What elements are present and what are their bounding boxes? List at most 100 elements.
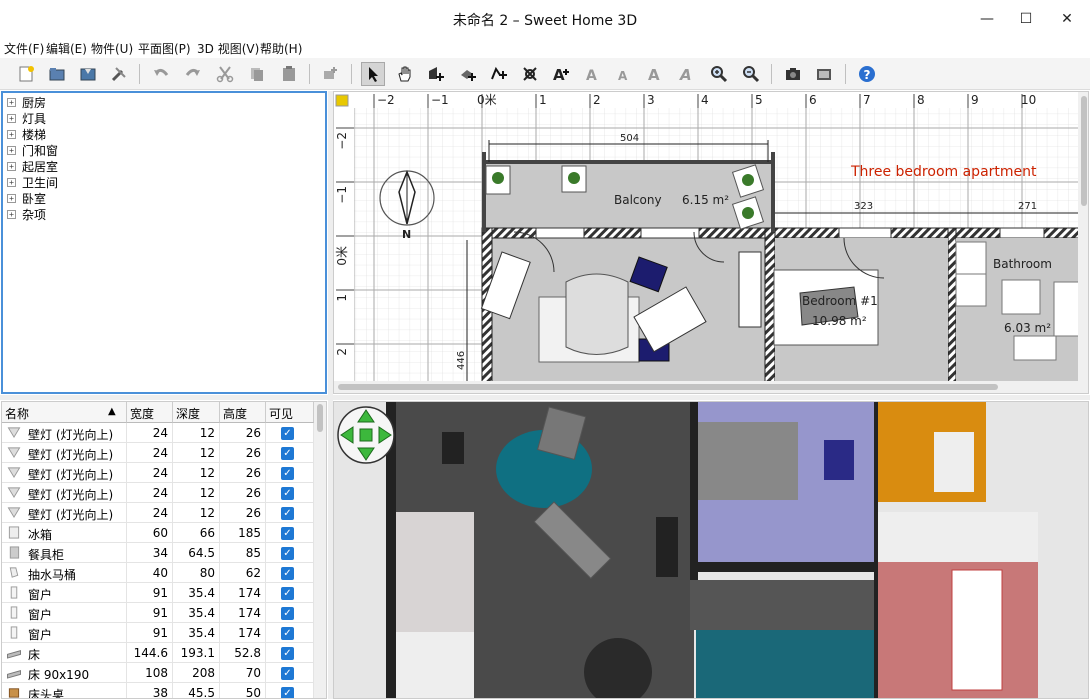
copy-button[interactable] xyxy=(245,62,269,86)
plan-view[interactable]: −2 −1 0米 1 2 3 4 5 6 7 8 9 10 −2 −1 0米 1… xyxy=(333,91,1089,394)
preferences-button[interactable] xyxy=(107,62,131,86)
table-row[interactable]: 餐具柜 34 64.5 85 ✓ xyxy=(2,543,314,563)
menu-furniture[interactable]: 物件(U) xyxy=(91,40,133,57)
plan-label[interactable]: Three bedroom apartment xyxy=(850,164,1037,180)
washing-machine[interactable] xyxy=(955,241,987,275)
cut-button[interactable] xyxy=(213,62,237,86)
toilet[interactable] xyxy=(1013,335,1057,361)
table-row[interactable]: 窗户 91 35.4 174 ✓ xyxy=(2,603,314,623)
expand-icon[interactable]: + xyxy=(7,209,16,219)
column-header-name[interactable]: 名称 ▲ xyxy=(2,402,127,423)
add-furniture-button[interactable] xyxy=(319,62,343,86)
pan-mode-button[interactable] xyxy=(393,62,417,86)
menu-edit[interactable]: 编辑(E) xyxy=(46,40,87,57)
zoom-in-button[interactable] xyxy=(707,62,731,86)
paste-button[interactable] xyxy=(277,62,301,86)
furniture-catalog-tree[interactable]: + 厨房 + 灯具 + 楼梯 + 门和窗 + 起居室 + 卫生间 + 卧室 + 杂项 xyxy=(1,91,327,394)
menu-plan[interactable]: 平面图(P) xyxy=(138,40,191,57)
round-table[interactable] xyxy=(565,273,629,355)
table-row[interactable]: 壁灯 (灯光向上) 24 12 26 ✓ xyxy=(2,463,314,483)
window[interactable] xyxy=(640,227,700,239)
create-walls-button[interactable] xyxy=(424,62,448,86)
select-mode-button[interactable] xyxy=(361,62,385,86)
create-polylines-button[interactable] xyxy=(487,62,511,86)
plan-vertical-scrollbar-thumb[interactable] xyxy=(1081,96,1087,206)
create-dimensions-button[interactable] xyxy=(518,62,542,86)
window[interactable] xyxy=(999,227,1045,239)
visible-checkbox[interactable]: ✓ xyxy=(281,507,294,520)
visible-checkbox[interactable]: ✓ xyxy=(281,447,294,460)
wall[interactable] xyxy=(947,227,957,394)
table-row[interactable]: 壁灯 (灯光向上) 24 12 26 ✓ xyxy=(2,503,314,523)
close-button[interactable]: ✕ xyxy=(1044,0,1090,38)
expand-icon[interactable]: + xyxy=(7,145,16,155)
create-photo-button[interactable] xyxy=(781,62,805,86)
furniture-table-scrollbar[interactable] xyxy=(314,402,326,698)
left-splitter[interactable] xyxy=(0,395,328,400)
column-header-visible[interactable]: 可见 xyxy=(266,402,314,423)
expand-icon[interactable]: + xyxy=(7,193,16,203)
catalog-category-kitchen[interactable]: + 厨房 xyxy=(7,94,46,110)
create-rooms-button[interactable] xyxy=(456,62,480,86)
bold-text-button[interactable]: A xyxy=(643,62,667,86)
table-row[interactable]: 壁灯 (灯光向上) 24 12 26 ✓ xyxy=(2,423,314,443)
decrease-text-button[interactable]: A xyxy=(612,62,636,86)
furniture-table[interactable]: 名称 ▲ 宽度 深度 高度 可见 壁灯 (灯光向上) 24 12 26 ✓ 壁灯 (灯光向… xyxy=(1,401,327,699)
table-row[interactable]: 窗户 91 35.4 174 ✓ xyxy=(2,583,314,603)
increase-text-button[interactable]: A xyxy=(581,62,605,86)
expand-icon[interactable]: + xyxy=(7,113,16,123)
window[interactable] xyxy=(535,227,585,239)
visible-checkbox[interactable]: ✓ xyxy=(281,527,294,540)
create-video-button[interactable] xyxy=(812,62,836,86)
table-row[interactable]: 床 144.6 193.1 52.8 ✓ xyxy=(2,643,314,663)
cabinet[interactable] xyxy=(955,273,987,307)
expand-icon[interactable]: + xyxy=(7,129,16,139)
catalog-category-bathroom[interactable]: + 卫生间 xyxy=(7,174,58,190)
help-button[interactable]: ? xyxy=(855,62,879,86)
plan-horizontal-scrollbar-thumb[interactable] xyxy=(338,384,998,390)
catalog-category-living-room[interactable]: + 起居室 xyxy=(7,158,58,174)
menu-help[interactable]: 帮助(H) xyxy=(260,40,302,57)
visible-checkbox[interactable]: ✓ xyxy=(281,687,294,698)
table-row[interactable]: 抽水马桶 40 80 62 ✓ xyxy=(2,563,314,583)
visible-checkbox[interactable]: ✓ xyxy=(281,427,294,440)
table-row[interactable]: 冰箱 60 66 185 ✓ xyxy=(2,523,314,543)
expand-icon[interactable]: + xyxy=(7,177,16,187)
window[interactable] xyxy=(838,227,892,239)
catalog-category-doors-windows[interactable]: + 门和窗 xyxy=(7,142,58,158)
italic-text-button[interactable]: A xyxy=(675,62,699,86)
column-header-height[interactable]: 高度 xyxy=(220,402,266,423)
table-row[interactable]: 壁灯 (灯光向上) 24 12 26 ✓ xyxy=(2,483,314,503)
catalog-category-stairs[interactable]: + 楼梯 xyxy=(7,126,46,142)
create-labels-button[interactable]: A xyxy=(549,62,573,86)
open-button[interactable] xyxy=(45,62,69,86)
3d-view[interactable] xyxy=(333,401,1089,699)
sink[interactable] xyxy=(1001,279,1041,315)
new-home-button[interactable] xyxy=(14,62,38,86)
menu-file[interactable]: 文件(F) xyxy=(4,40,44,57)
right-splitter[interactable] xyxy=(333,395,1090,400)
catalog-category-bedroom[interactable]: + 卧室 xyxy=(7,190,46,206)
3d-navigation-arrows[interactable] xyxy=(337,406,395,464)
column-header-width[interactable]: 宽度 xyxy=(127,402,173,423)
visible-checkbox[interactable]: ✓ xyxy=(281,607,294,620)
visible-checkbox[interactable]: ✓ xyxy=(281,467,294,480)
visible-checkbox[interactable]: ✓ xyxy=(281,647,294,660)
expand-icon[interactable]: + xyxy=(7,97,16,107)
table-row[interactable]: 床头桌 38 45.5 50 ✓ xyxy=(2,683,314,698)
maximize-button[interactable]: ☐ xyxy=(1003,0,1049,38)
kitchen-counter[interactable] xyxy=(738,251,762,328)
table-row[interactable]: 窗户 91 35.4 174 ✓ xyxy=(2,623,314,643)
redo-button[interactable] xyxy=(181,62,205,86)
visible-checkbox[interactable]: ✓ xyxy=(281,547,294,560)
visible-checkbox[interactable]: ✓ xyxy=(281,667,294,680)
table-row[interactable]: 床 90x190 108 208 70 ✓ xyxy=(2,663,314,683)
visible-checkbox[interactable]: ✓ xyxy=(281,587,294,600)
table-row[interactable]: 壁灯 (灯光向上) 24 12 26 ✓ xyxy=(2,443,314,463)
undo-button[interactable] xyxy=(149,62,173,86)
3d-canvas[interactable] xyxy=(334,402,1089,699)
catalog-category-lights[interactable]: + 灯具 xyxy=(7,110,46,126)
scrollbar-thumb[interactable] xyxy=(317,404,323,432)
zoom-out-button[interactable] xyxy=(739,62,763,86)
column-header-depth[interactable]: 深度 xyxy=(173,402,220,423)
